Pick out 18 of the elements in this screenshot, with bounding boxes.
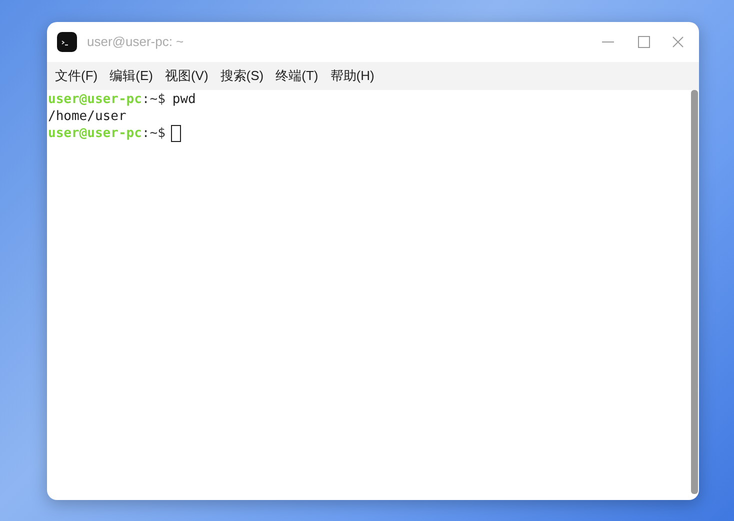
menu-item[interactable]: 视图(V) <box>164 66 208 86</box>
prompt-user-host: user@user-pc <box>48 91 142 108</box>
command-text: pwd <box>172 91 196 108</box>
scrollbar[interactable] <box>691 90 698 494</box>
window-title: user@user-pc: ~ <box>87 33 184 52</box>
prompt-path: :~$ <box>142 125 166 142</box>
menu-item[interactable]: 编辑(E) <box>110 66 153 86</box>
menu-item[interactable]: 文件(F) <box>55 66 98 86</box>
maximize-icon <box>638 36 650 48</box>
menu-item[interactable]: 帮助(H) <box>330 66 374 86</box>
minimize-icon <box>602 41 614 43</box>
menu-item[interactable]: 终端(T) <box>276 66 318 86</box>
menu-item[interactable]: 搜索(S) <box>220 66 264 86</box>
prompt-user-host: user@user-pc <box>48 125 142 142</box>
prompt-path: :~$ <box>142 91 166 108</box>
close-icon <box>672 36 684 48</box>
terminal-icon <box>57 32 77 52</box>
output-text: /home/user <box>48 108 128 125</box>
